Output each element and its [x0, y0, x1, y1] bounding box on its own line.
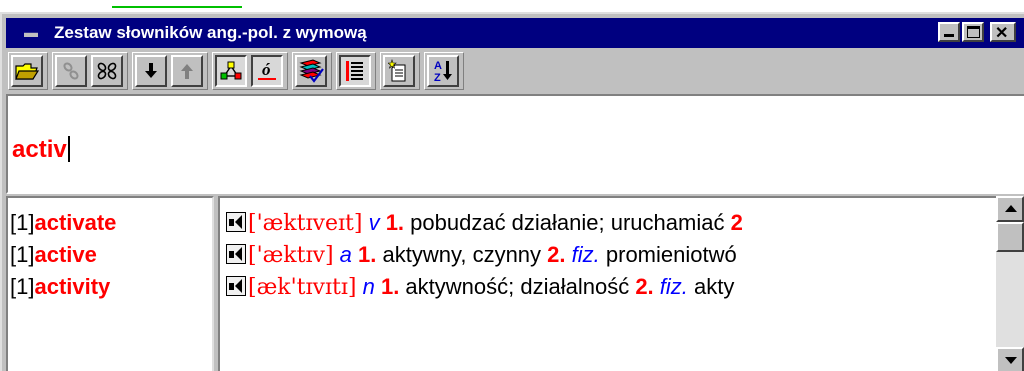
- new-document-icon: [388, 59, 406, 82]
- speaker-icon[interactable]: [226, 244, 246, 264]
- open-folder-icon: [15, 63, 39, 80]
- accent-letter-icon: ó: [258, 60, 276, 80]
- list-button[interactable]: [339, 55, 371, 87]
- definition-row[interactable]: ['æktɪv] a 1. aktywny, czynny 2. fiz. pr…: [226, 242, 737, 272]
- pronunciation-button[interactable]: ó: [251, 55, 283, 87]
- phonetic: [æk'tɪvɪtɪ]: [248, 275, 357, 300]
- link-icon: [63, 62, 79, 80]
- toolbar-group-file: [8, 52, 48, 90]
- definition-text: aktywność; działalność: [399, 274, 636, 299]
- part-of-speech: v: [368, 210, 380, 235]
- toolbar: ó A Z: [6, 50, 1024, 92]
- unlink-button[interactable]: [91, 55, 123, 87]
- speaker-icon[interactable]: [226, 276, 246, 296]
- headword: activate: [34, 210, 117, 235]
- entry-number: [1]: [10, 242, 35, 267]
- toolbar-group-new: [380, 52, 420, 90]
- sense-number: 1.: [380, 274, 400, 299]
- sort-button[interactable]: A Z: [427, 55, 459, 87]
- close-button[interactable]: ✕: [990, 22, 1016, 42]
- search-input[interactable]: activ: [6, 94, 1024, 194]
- part-of-speech: n: [362, 274, 375, 299]
- svg-text:Z: Z: [434, 72, 441, 84]
- link-button[interactable]: [55, 55, 87, 87]
- minimize-icon: [944, 34, 954, 37]
- open-button[interactable]: [11, 55, 43, 87]
- hierarchy-icon: [220, 61, 242, 80]
- sense-number: 1.: [385, 210, 405, 235]
- dictionary-window: ▬ Zestaw słowników ang.-pol. z wymową ✕: [0, 12, 1024, 371]
- text-caret: [67, 136, 70, 162]
- word-list[interactable]: [1]activate [1]active [1]activity: [6, 196, 214, 371]
- hierarchy-button[interactable]: [215, 55, 247, 87]
- sense-number: 1.: [358, 242, 377, 267]
- arrow-down-icon: [1005, 357, 1017, 364]
- definitions-pane[interactable]: ['æktɪveɪt] v 1. pobudzać działanie; uru…: [218, 196, 996, 371]
- hyperlink-underline: [112, 0, 242, 8]
- next-button[interactable]: [135, 55, 167, 87]
- toolbar-group-view: ó: [212, 52, 288, 90]
- headword: activity: [34, 274, 111, 299]
- close-icon: ✕: [995, 25, 1009, 42]
- new-document-button[interactable]: [383, 55, 415, 87]
- svg-text:A: A: [434, 60, 442, 72]
- definition-text: akty: [687, 274, 735, 299]
- part-of-speech: a: [339, 242, 352, 267]
- unlink-icon: [97, 62, 117, 80]
- domain-label: fiz.: [571, 242, 600, 267]
- scroll-up-button[interactable]: [996, 196, 1024, 222]
- phonetic: ['æktɪveɪt]: [248, 211, 363, 236]
- book-icon: ▬: [24, 24, 38, 40]
- dictionary-books-icon: [299, 59, 324, 83]
- definition-row[interactable]: [æk'tɪvɪtɪ] n 1. aktywność; działalność …: [226, 274, 734, 304]
- previous-button[interactable]: [171, 55, 203, 87]
- definition-text: pobudzać działanie; uruchamiać: [404, 210, 731, 235]
- definition-row[interactable]: ['æktɪveɪt] v 1. pobudzać działanie; uru…: [226, 210, 743, 240]
- sense-number: 2: [730, 210, 743, 235]
- arrow-up-icon: [181, 64, 193, 79]
- definition-text: aktywny, czynny: [376, 242, 548, 267]
- maximize-button[interactable]: [962, 22, 984, 42]
- toolbar-group-dictionaries: [292, 52, 332, 90]
- sense-number: 2.: [635, 274, 654, 299]
- window-title: Zestaw słowników ang.-pol. z wymową: [54, 23, 367, 42]
- entry-number: [1]: [10, 274, 35, 299]
- definition-text: promieniotwó: [599, 242, 737, 267]
- vertical-scrollbar[interactable]: [996, 196, 1024, 371]
- arrow-up-icon: [1005, 205, 1017, 212]
- list-icon: [346, 61, 363, 81]
- maximize-icon: [967, 26, 980, 38]
- scroll-down-button[interactable]: [996, 347, 1024, 371]
- headword: active: [34, 242, 97, 267]
- speaker-icon[interactable]: [226, 212, 246, 232]
- svg-text:ó: ó: [262, 60, 271, 79]
- title-bar[interactable]: ▬ Zestaw słowników ang.-pol. z wymową ✕: [6, 18, 1024, 48]
- entry-number: [1]: [10, 210, 35, 235]
- sort-az-icon: A Z: [434, 60, 452, 84]
- minimize-button[interactable]: [938, 22, 960, 42]
- background-strip: [0, 0, 1024, 12]
- toolbar-group-list: [336, 52, 376, 90]
- phonetic: ['æktɪv]: [248, 243, 334, 268]
- toolbar-group-sort: A Z: [424, 52, 464, 90]
- list-item[interactable]: [1]activate: [10, 210, 116, 240]
- arrow-down-icon: [145, 63, 157, 78]
- dictionaries-button[interactable]: [295, 55, 327, 87]
- scroll-thumb[interactable]: [996, 222, 1024, 252]
- list-item[interactable]: [1]activity: [10, 274, 110, 304]
- toolbar-group-navigation: [132, 52, 208, 90]
- toolbar-group-links: [52, 52, 128, 90]
- domain-label: fiz.: [659, 274, 688, 299]
- list-item[interactable]: [1]active: [10, 242, 97, 272]
- sense-number: 2.: [547, 242, 566, 267]
- search-value: activ: [12, 136, 70, 164]
